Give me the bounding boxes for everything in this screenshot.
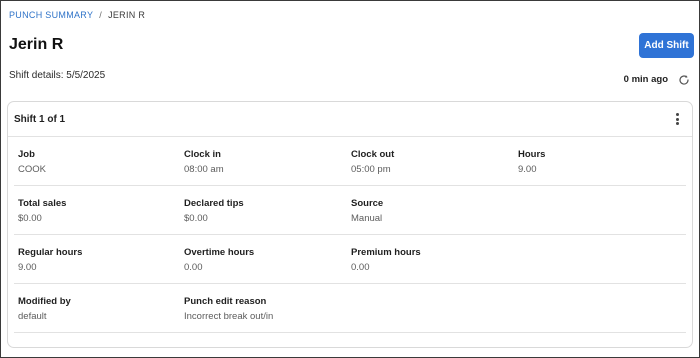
field-empty — [514, 296, 680, 332]
last-updated-text: 0 min ago — [623, 73, 668, 85]
field-label: Modified by — [18, 296, 71, 307]
field-label: Declared tips — [184, 198, 244, 209]
field-value: COOK — [18, 164, 46, 175]
field-value: 08:00 am — [184, 164, 224, 175]
field-label: Clock in — [184, 149, 221, 160]
field-label: Total sales — [18, 198, 67, 209]
field-hours: Hours 9.00 — [514, 149, 680, 185]
field-empty — [347, 296, 514, 332]
field-source: Source Manual — [347, 198, 514, 234]
field-job: Job COOK — [14, 149, 180, 185]
add-shift-button[interactable]: Add Shift — [639, 33, 694, 58]
field-label: Source — [351, 198, 384, 209]
field-value: 0.00 — [351, 262, 370, 273]
field-value: Manual — [351, 213, 383, 224]
field-value: $0.00 — [18, 213, 42, 224]
breadcrumb: PUNCH SUMMARY / JERIN R — [9, 10, 145, 20]
refresh-icon[interactable] — [678, 73, 690, 85]
field-modified-by: Modified by default — [14, 296, 180, 332]
field-label: Job — [18, 149, 35, 160]
shift-details-date: Shift details: 5/5/2025 — [9, 70, 106, 81]
field-clock-in: Clock in 08:00 am — [180, 149, 347, 185]
field-label: Punch edit reason — [184, 296, 267, 307]
field-value: $0.00 — [184, 213, 208, 224]
field-declared-tips: Declared tips $0.00 — [180, 198, 347, 234]
field-regular-hours: Regular hours 9.00 — [14, 247, 180, 283]
kebab-menu-icon[interactable] — [674, 112, 680, 126]
field-label: Overtime hours — [184, 247, 255, 258]
breadcrumb-current: JERIN R — [108, 10, 146, 20]
shift-card: Shift 1 of 1 Job COOK Clock in 08:00 am … — [7, 101, 693, 348]
details-row: Modified by default Punch edit reason In… — [14, 284, 686, 333]
shift-card-header: Shift 1 of 1 — [8, 102, 692, 137]
last-updated: 0 min ago — [624, 73, 690, 85]
field-value: 9.00 — [518, 164, 537, 175]
details-row: Job COOK Clock in 08:00 am Clock out 05:… — [14, 137, 686, 186]
shift-details-grid: Job COOK Clock in 08:00 am Clock out 05:… — [8, 137, 692, 333]
field-label: Premium hours — [351, 247, 421, 258]
field-value: 9.00 — [18, 262, 37, 273]
page-title: Jerin R — [9, 36, 64, 53]
field-empty — [514, 247, 680, 283]
field-label: Hours — [518, 149, 546, 160]
breadcrumb-punch-summary-link[interactable]: PUNCH SUMMARY — [9, 10, 93, 20]
shift-card-title: Shift 1 of 1 — [14, 113, 66, 125]
field-clock-out: Clock out 05:00 pm — [347, 149, 514, 185]
field-punch-edit-reason: Punch edit reason Incorrect break out/in — [180, 296, 347, 332]
field-empty — [514, 198, 680, 234]
field-value: 0.00 — [184, 262, 203, 273]
field-value: default — [18, 311, 47, 322]
details-row: Total sales $0.00 Declared tips $0.00 So… — [14, 186, 686, 235]
field-overtime-hours: Overtime hours 0.00 — [180, 247, 347, 283]
field-value: Incorrect break out/in — [184, 311, 274, 322]
field-value: 05:00 pm — [351, 164, 391, 175]
field-label: Clock out — [351, 149, 395, 160]
field-label: Regular hours — [18, 247, 83, 258]
breadcrumb-separator: / — [99, 10, 103, 20]
details-row: Regular hours 9.00 Overtime hours 0.00 P… — [14, 235, 686, 284]
field-premium-hours: Premium hours 0.00 — [347, 247, 514, 283]
field-total-sales: Total sales $0.00 — [14, 198, 180, 234]
